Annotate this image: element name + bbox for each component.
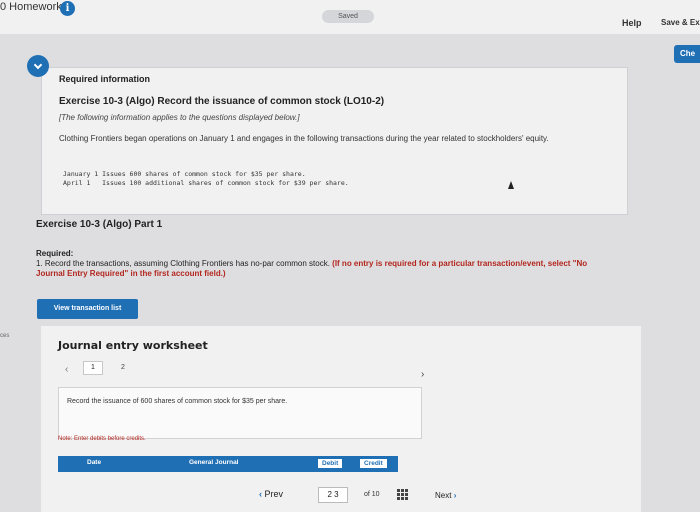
- chevron-left-icon: ‹: [259, 489, 262, 499]
- required-text: 1. Record the transactions, assuming Clo…: [36, 259, 330, 268]
- record-instruction-box: Record the issuance of 600 shares of com…: [58, 387, 422, 439]
- required-information-title: Required information: [59, 74, 151, 84]
- worksheet-note: Note: Enter debits before credits.: [58, 436, 146, 442]
- worksheet-page-1[interactable]: 1: [83, 361, 103, 375]
- journal-grid-header: Date General Journal Debit Credit: [58, 456, 398, 472]
- current-page-indicator[interactable]: 2 3: [318, 487, 348, 503]
- check-button[interactable]: Che: [674, 45, 700, 63]
- column-date: Date: [87, 459, 102, 466]
- cursor-icon: [508, 181, 514, 189]
- prev-label: Prev: [264, 489, 284, 499]
- next-button[interactable]: Next ›: [435, 491, 456, 500]
- side-label: ces: [0, 333, 10, 339]
- scenario-description: Clothing Frontiers began operations on J…: [59, 134, 549, 143]
- transaction-list: January 1 Issues 600 shares of common st…: [63, 170, 349, 188]
- required-label: Required:: [36, 249, 74, 258]
- collapse-chevron-icon[interactable]: [27, 55, 49, 77]
- transaction-line: April 1 Issues 100 additional shares of …: [63, 179, 349, 187]
- column-debit: Debit: [318, 459, 343, 468]
- grid-icon[interactable]: [397, 489, 409, 501]
- info-note: [The following information applies to th…: [59, 113, 300, 122]
- worksheet-page-2[interactable]: 2: [121, 364, 125, 371]
- exercise-heading: Exercise 10-3 (Algo) Record the issuance…: [59, 96, 385, 107]
- info-icon[interactable]: i: [60, 1, 75, 16]
- required-instructions: 1. Record the transactions, assuming Clo…: [36, 259, 596, 279]
- next-label: Next: [435, 491, 452, 500]
- column-general-journal: General Journal: [189, 459, 239, 466]
- page-count: of 10: [364, 491, 380, 498]
- help-link[interactable]: Help: [622, 18, 642, 28]
- column-credit: Credit: [360, 459, 387, 468]
- top-bar: 0 Homework i Saved Help Save & Ex: [0, 0, 700, 34]
- journal-worksheet-panel: Journal entry worksheet ‹ 1 2 › Record t…: [41, 326, 641, 512]
- part-title: Exercise 10-3 (Algo) Part 1: [36, 219, 163, 230]
- record-instruction: Record the issuance of 600 shares of com…: [67, 398, 288, 405]
- saved-status: Saved: [322, 10, 374, 23]
- homework-title: 0 Homework: [0, 1, 62, 13]
- save-exit-button[interactable]: Save & Ex: [661, 18, 700, 27]
- chevron-right-icon: ›: [453, 491, 457, 500]
- view-transaction-list-button[interactable]: View transaction list: [37, 299, 138, 319]
- required-information-panel: Required information Exercise 10-3 (Algo…: [41, 67, 628, 215]
- transaction-line: January 1 Issues 600 shares of common st…: [63, 170, 306, 178]
- worksheet-next-icon[interactable]: ›: [421, 369, 424, 380]
- prev-button[interactable]: ‹ Prev: [259, 489, 283, 499]
- worksheet-title: Journal entry worksheet: [58, 339, 208, 352]
- worksheet-prev-icon[interactable]: ‹: [65, 364, 68, 375]
